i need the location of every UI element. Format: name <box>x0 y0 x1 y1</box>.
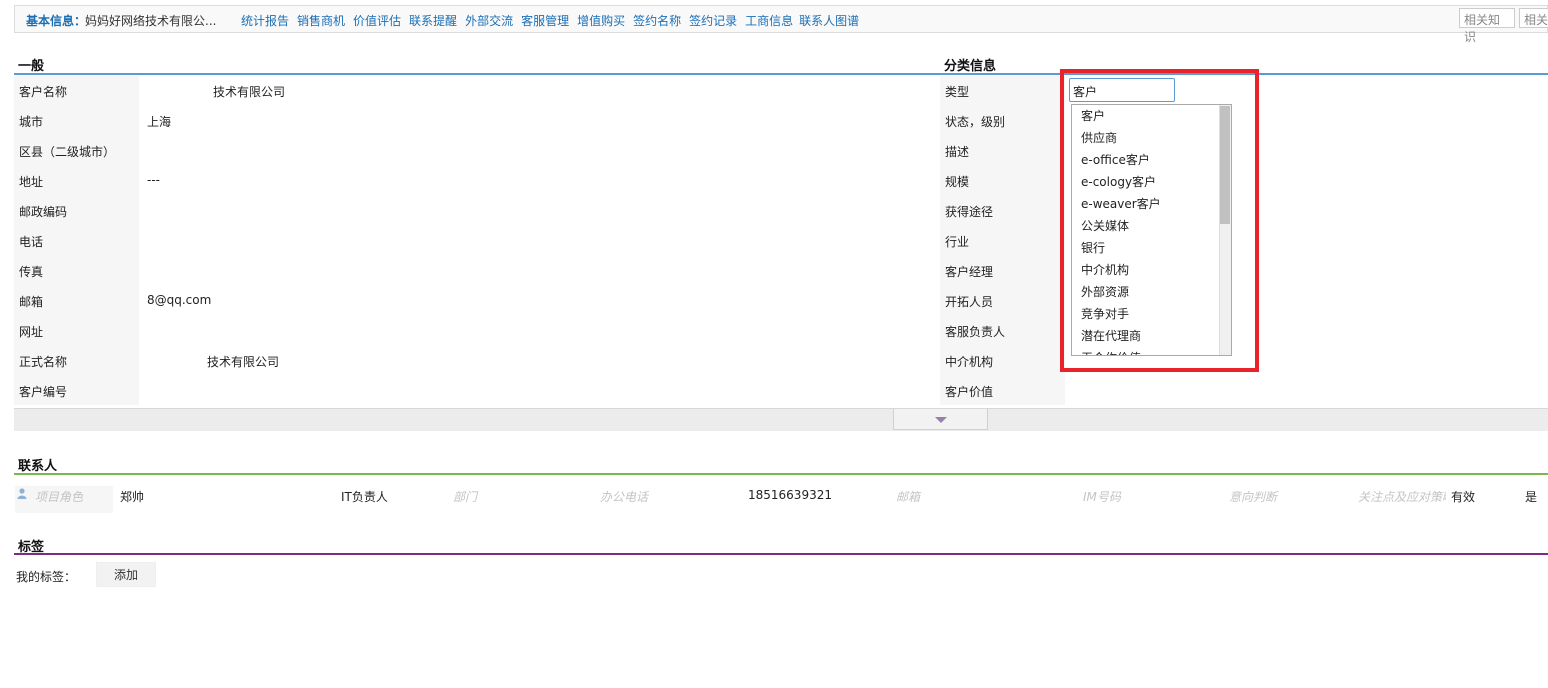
district-label: 区县（二级城市） <box>19 145 116 159</box>
tab-value-assessment[interactable]: 价值评估 <box>353 14 401 28</box>
contact-department-field[interactable]: 部门 <box>453 488 477 505</box>
contact-name[interactable]: 郑帅 <box>120 488 144 505</box>
function-tabs: 统计报告 销售商机 价值评估 联系提醒 外部交流 客服管理 增值购买 签约名称 签约记录 工商信息… <box>241 12 867 29</box>
customer-short-name: 妈妈好网络技术有限公... <box>85 14 217 28</box>
contact-mobile[interactable]: 18516639321 <box>748 488 832 502</box>
related-knowledge-button[interactable]: 相关知识 <box>1459 8 1515 44</box>
tab-customer-service[interactable]: 客服管理 <box>521 14 569 28</box>
collapse-bar <box>14 408 1548 431</box>
intermediary-label: 中介机构 <box>945 355 994 369</box>
tags-section-divider <box>14 553 1548 555</box>
my-tags-label: 我的标签： <box>16 570 77 584</box>
official-name-value[interactable]: 技术有限公司 <box>207 353 279 370</box>
tab-contract-records[interactable]: 签约记录 <box>689 14 737 28</box>
customer-name-value[interactable]: 技术有限公司 <box>213 83 285 100</box>
related-button[interactable]: 相关 <box>1519 8 1548 28</box>
email-label: 邮箱 <box>19 295 44 309</box>
expand-toggle-button[interactable] <box>893 409 988 430</box>
contact-im-field[interactable]: IM号码 <box>1083 488 1121 505</box>
address-label: 地址 <box>19 175 44 189</box>
fax-label: 传真 <box>19 265 44 279</box>
tab-contact-graph[interactable]: 联系人图谱 <box>799 14 859 28</box>
highlight-annotation-box <box>1060 69 1259 372</box>
tab-statistics-report[interactable]: 统计报告 <box>241 14 289 28</box>
status-level-label: 状态，级别 <box>945 115 1006 129</box>
account-manager-label: 客户经理 <box>945 265 994 279</box>
contact-flag[interactable]: 是 <box>1525 488 1537 505</box>
customer-value-label: 客户价值 <box>945 385 994 399</box>
tab-value-added-purchase[interactable]: 增值购买 <box>577 14 625 28</box>
developer-label: 开拓人员 <box>945 295 994 309</box>
postal-code-label: 邮政编码 <box>19 205 68 219</box>
person-icon <box>17 488 27 499</box>
email-value[interactable]: 8@qq.com <box>147 293 211 307</box>
contact-role-field[interactable]: 项目角色 <box>35 488 83 505</box>
city-value[interactable]: 上海 <box>147 113 171 130</box>
phone-label: 电话 <box>19 235 44 249</box>
industry-label: 行业 <box>945 235 970 249</box>
service-owner-label: 客服负责人 <box>945 325 1006 339</box>
triangle-down-icon <box>935 417 947 423</box>
contact-email-field[interactable]: 邮箱 <box>896 488 920 505</box>
tab-external-communication[interactable]: 外部交流 <box>465 14 513 28</box>
description-label: 描述 <box>945 145 970 159</box>
basic-info-label[interactable]: 基本信息： <box>26 12 86 29</box>
contact-office-phone-field[interactable]: 办公电话 <box>600 488 648 505</box>
city-label: 城市 <box>19 115 44 129</box>
tab-business-info[interactable]: 工商信息 <box>745 14 793 28</box>
contacts-section-title: 联系人 <box>18 459 58 474</box>
address-value[interactable]: --- <box>147 173 160 187</box>
contact-focus-field[interactable]: 关注点及应对策略 <box>1358 488 1446 505</box>
official-name-label: 正式名称 <box>19 355 68 369</box>
contact-intent-field[interactable]: 意向判断 <box>1229 488 1277 505</box>
scale-label: 规模 <box>945 175 970 189</box>
tab-contact-reminder[interactable]: 联系提醒 <box>409 14 457 28</box>
website-label: 网址 <box>19 325 44 339</box>
tab-sales-opportunity[interactable]: 销售商机 <box>297 14 345 28</box>
contact-position[interactable]: IT负责人 <box>341 488 388 505</box>
general-section-divider <box>14 73 1548 75</box>
general-section-title: 一般 <box>18 59 45 74</box>
contact-status[interactable]: 有效 <box>1451 488 1475 505</box>
type-label: 类型 <box>945 85 970 99</box>
tab-contract-name[interactable]: 签约名称 <box>633 14 681 28</box>
top-tab-bar: 基本信息： 妈妈好网络技术有限公... 统计报告 销售商机 价值评估 联系提醒 外部交流… <box>14 5 1548 44</box>
category-section-title: 分类信息 <box>944 59 997 74</box>
acquisition-channel-label: 获得途径 <box>945 205 994 219</box>
contacts-section-divider <box>14 473 1548 475</box>
customer-name-label: 客户名称 <box>19 85 68 99</box>
add-tag-button[interactable]: 添加 <box>96 562 156 587</box>
customer-number-label: 客户编号 <box>19 385 68 399</box>
